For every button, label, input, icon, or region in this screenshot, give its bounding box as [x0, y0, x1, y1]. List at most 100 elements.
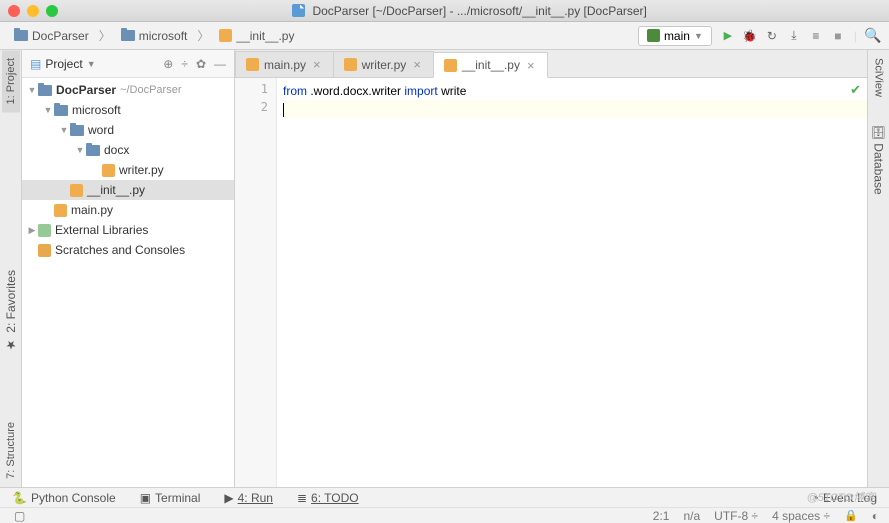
line-number: 1 — [235, 82, 276, 100]
window-title: DocParser [~/DocParser] - .../microsoft/… — [58, 4, 881, 18]
editor-body[interactable]: 1 2 from .word.docx.writer import write … — [235, 78, 867, 487]
inspection-ok-icon[interactable]: ✔ — [850, 82, 861, 98]
coverage-button[interactable]: ↻ — [764, 28, 780, 44]
tree-path: ~/DocParser — [120, 84, 181, 96]
expand-arrow-icon[interactable]: ▶ — [26, 225, 38, 236]
tree-scratches[interactable]: Scratches and Consoles — [22, 240, 234, 260]
tree-label: writer.py — [119, 163, 164, 177]
tool-tab-structure[interactable]: 7: Structure — [2, 414, 20, 487]
editor-area: main.py × writer.py × __init__.py × 1 2 … — [235, 50, 867, 487]
tab-label: __init__.py — [462, 58, 520, 72]
close-tab-icon[interactable]: × — [311, 57, 323, 72]
expand-arrow-icon[interactable]: ▼ — [42, 105, 54, 115]
tree-label: docx — [104, 143, 129, 157]
keyword-from: from — [283, 84, 307, 98]
python-file-icon — [70, 184, 83, 197]
python-console-tab[interactable]: 🐍 Python Console — [12, 491, 116, 505]
window-title-text: DocParser [~/DocParser] - .../microsoft/… — [312, 4, 646, 18]
close-window-button[interactable] — [8, 5, 20, 17]
concurrency-button[interactable]: ≡ — [808, 28, 824, 44]
minimize-window-button[interactable] — [27, 5, 39, 17]
editor-tabs: main.py × writer.py × __init__.py × — [235, 50, 867, 78]
indent-selector[interactable]: 4 spaces ÷ — [772, 509, 830, 523]
tree-external-libs[interactable]: ▶ External Libraries — [22, 220, 234, 240]
run-config-selector[interactable]: main ▼ — [638, 26, 712, 46]
lock-icon[interactable]: 🔒 — [844, 509, 858, 522]
tool-tab-database[interactable]: 🗄 Database — [869, 117, 889, 203]
expand-arrow-icon[interactable]: ▼ — [26, 85, 38, 95]
cursor-position[interactable]: 2:1 — [653, 509, 670, 523]
tree-label: Scratches and Consoles — [55, 243, 185, 257]
tool-tab-favorites[interactable]: ★ 2: Favorites — [1, 262, 21, 360]
breadcrumb-file[interactable]: __init__.py — [213, 27, 300, 45]
toolbar-right: main ▼ ▶ 🐞 ↻ ⤓ ≡ ■ | 🔍 — [638, 26, 881, 46]
module-path: .word.docx.writer — [310, 84, 401, 98]
folder-icon — [70, 125, 84, 136]
python-file-icon — [102, 164, 115, 177]
breadcrumb-folder[interactable]: microsoft — [115, 27, 194, 45]
python-file-icon — [444, 59, 457, 72]
tool-tab-project[interactable]: 1: Project — [2, 50, 20, 112]
search-button[interactable]: 🔍 — [865, 28, 881, 44]
navigation-bar: DocParser 〉 microsoft 〉 __init__.py main… — [0, 22, 889, 50]
close-tab-icon[interactable]: × — [411, 57, 423, 72]
hide-icon[interactable]: — — [214, 57, 226, 71]
encoding-selector[interactable]: UTF-8 ÷ — [714, 509, 758, 523]
tree-label: word — [88, 123, 114, 137]
traffic-lights — [8, 5, 58, 17]
locate-icon[interactable]: ⊕ — [163, 57, 173, 71]
folder-icon — [38, 85, 52, 96]
debug-button[interactable]: 🐞 — [742, 28, 758, 44]
python-file-icon — [344, 58, 357, 71]
watermark: @51CTO博客 — [807, 489, 875, 505]
editor-tab[interactable]: main.py × — [235, 51, 334, 77]
tree-project-root[interactable]: ▼ DocParser ~/DocParser — [22, 80, 234, 100]
code-line[interactable]: from .word.docx.writer import write — [283, 82, 867, 100]
library-icon — [38, 224, 51, 237]
main-area: 1: Project ★ 2: Favorites 7: Structure ▤… — [0, 50, 889, 487]
editor-tab[interactable]: writer.py × — [333, 51, 434, 77]
gear-icon[interactable]: ✿ — [196, 57, 206, 71]
editor-tab-active[interactable]: __init__.py × — [433, 52, 548, 78]
close-tab-icon[interactable]: × — [525, 58, 537, 73]
tree-file-selected[interactable]: __init__.py — [22, 180, 234, 200]
tree-folder[interactable]: ▼ docx — [22, 140, 234, 160]
stop-button[interactable]: ■ — [830, 28, 846, 44]
expand-arrow-icon[interactable]: ▼ — [74, 145, 86, 155]
right-tool-stripe: SciView 🗄 Database — [867, 50, 889, 487]
python-file-icon — [246, 58, 259, 71]
tree-folder[interactable]: ▼ word — [22, 120, 234, 140]
project-tree[interactable]: ▼ DocParser ~/DocParser ▼ microsoft ▼ wo… — [22, 78, 234, 487]
python-file-icon — [219, 29, 232, 42]
status-indicator-icon[interactable]: ▢ — [14, 509, 25, 523]
code-area[interactable]: from .word.docx.writer import write — [277, 78, 867, 487]
code-line-current[interactable] — [283, 100, 867, 118]
expand-arrow-icon[interactable]: ▼ — [58, 125, 70, 135]
todo-tab[interactable]: ≣ 6: TODO — [297, 491, 359, 505]
folder-icon — [54, 105, 68, 116]
zoom-window-button[interactable] — [46, 5, 58, 17]
chevron-right-icon: 〉 — [99, 27, 111, 44]
tree-label: __init__.py — [87, 183, 145, 197]
collapse-icon[interactable]: ÷ — [181, 57, 188, 71]
line-sep[interactable]: n/a — [683, 509, 700, 523]
keyword-import: import — [404, 84, 437, 98]
terminal-tab[interactable]: ▣ Terminal — [140, 491, 201, 505]
tree-file[interactable]: main.py — [22, 200, 234, 220]
title-file-icon — [292, 4, 305, 17]
line-number: 2 — [235, 100, 276, 118]
line-gutter: 1 2 — [235, 78, 277, 487]
profile-button[interactable]: ⤓ — [786, 28, 802, 44]
breadcrumb-root[interactable]: DocParser — [8, 27, 95, 45]
tab-label: main.py — [264, 58, 306, 72]
run-button[interactable]: ▶ — [720, 28, 736, 44]
scratches-icon — [38, 244, 51, 257]
run-config-label: main — [664, 29, 690, 43]
tool-tab-sciview[interactable]: SciView — [870, 50, 888, 105]
memory-indicator-icon[interactable]: ◐ — [872, 509, 879, 523]
tree-file[interactable]: writer.py — [22, 160, 234, 180]
tree-folder[interactable]: ▼ microsoft — [22, 100, 234, 120]
run-tab[interactable]: ▶ 4: Run — [224, 491, 273, 505]
tree-label: DocParser — [56, 83, 116, 97]
chevron-down-icon[interactable]: ▼ — [87, 59, 96, 69]
